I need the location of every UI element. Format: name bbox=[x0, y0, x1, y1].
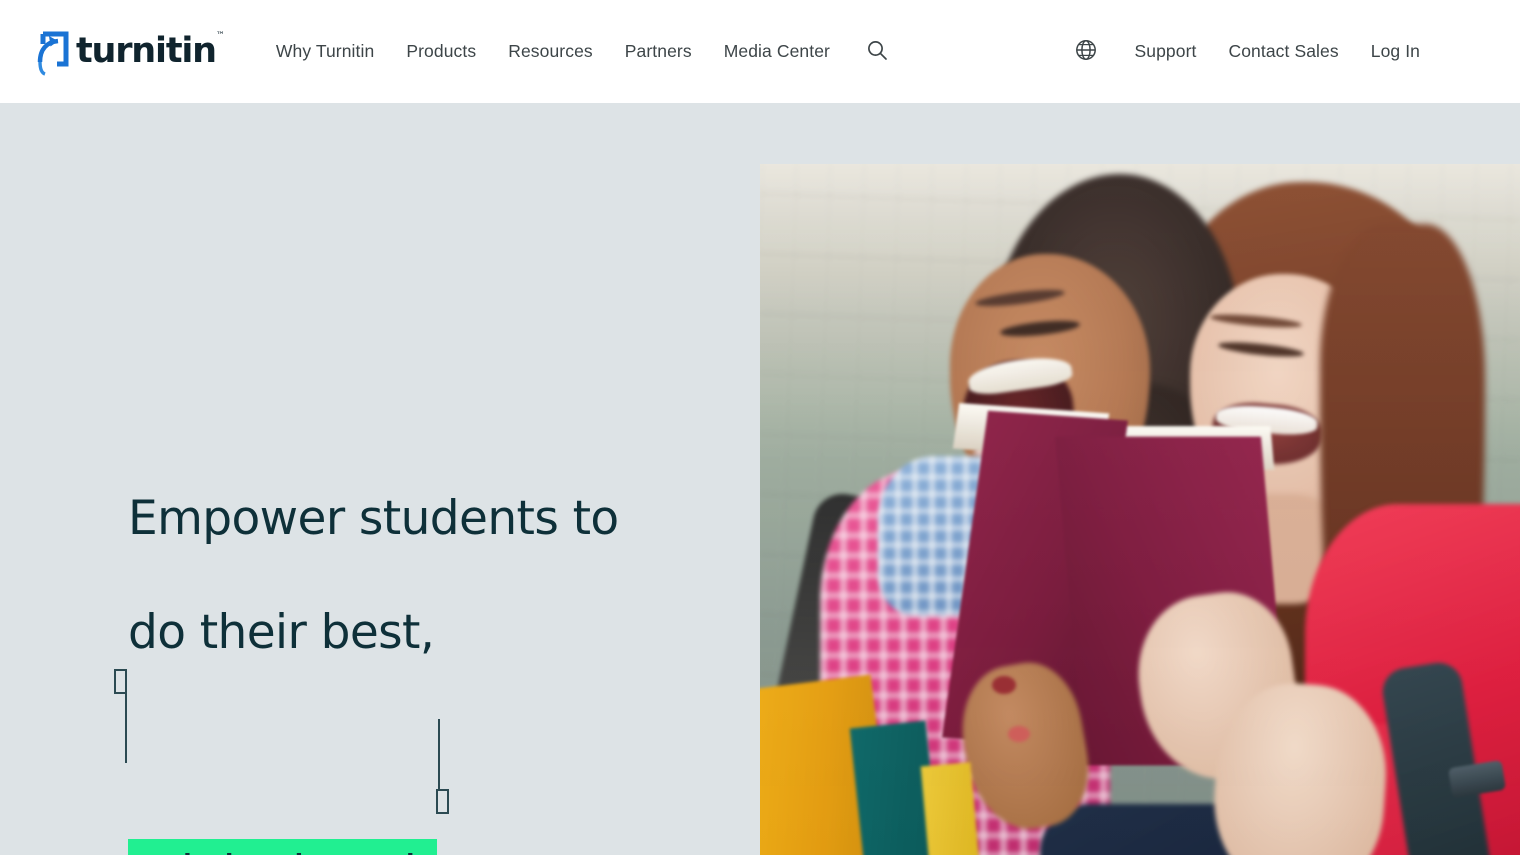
headline-highlight-text: original work bbox=[128, 839, 437, 855]
globe-icon bbox=[1074, 38, 1098, 65]
nav-item-products[interactable]: Products bbox=[390, 33, 492, 70]
page-root: turnitin ™ Why Turnitin Products Resourc… bbox=[0, 0, 1520, 855]
nav-item-partners[interactable]: Partners bbox=[609, 33, 708, 70]
hero-copy: Empower students to do their best, origi… bbox=[114, 433, 688, 855]
headline-line-2: do their best, bbox=[128, 605, 435, 660]
photo-nail-polish-2 bbox=[1008, 726, 1030, 742]
site-header: turnitin ™ Why Turnitin Products Resourc… bbox=[0, 0, 1520, 103]
selection-handle-end-icon[interactable] bbox=[435, 719, 451, 855]
primary-navigation: Why Turnitin Products Resources Partners… bbox=[260, 33, 894, 70]
secondary-navigation: Support Contact Sales Log In bbox=[1068, 33, 1436, 70]
selection-handle-start-icon[interactable] bbox=[114, 669, 130, 819]
search-icon bbox=[866, 39, 888, 64]
search-button[interactable] bbox=[860, 35, 894, 69]
headline-line-1: Empower students to bbox=[128, 491, 619, 546]
selection-handle-end-bar bbox=[437, 719, 440, 791]
headline-highlight-wrap: original work bbox=[114, 669, 449, 855]
turnitin-arrow-logo-icon bbox=[30, 28, 72, 76]
logo-wordmark-text: turnitin bbox=[76, 31, 217, 71]
nav-item-support[interactable]: Support bbox=[1118, 33, 1212, 70]
hero-section: Empower students to do their best, origi… bbox=[0, 103, 1520, 855]
hero-photo bbox=[760, 164, 1520, 855]
page-title: Empower students to do their best, origi… bbox=[114, 433, 688, 855]
nav-item-log-in[interactable]: Log In bbox=[1355, 33, 1436, 70]
nav-item-contact-sales[interactable]: Contact Sales bbox=[1212, 33, 1354, 70]
language-selector-button[interactable] bbox=[1068, 34, 1104, 70]
logo-trademark: ™ bbox=[215, 31, 225, 41]
turnitin-logo[interactable]: turnitin ™ bbox=[30, 24, 225, 80]
nav-item-resources[interactable]: Resources bbox=[492, 33, 609, 70]
selection-handle-end-knob bbox=[435, 789, 449, 814]
selection-handle-start-bar bbox=[125, 691, 127, 763]
logo-wordmark: turnitin ™ bbox=[76, 31, 225, 71]
hero-image bbox=[760, 164, 1520, 855]
nav-item-why-turnitin[interactable]: Why Turnitin bbox=[260, 33, 390, 70]
photo-nail-polish-1 bbox=[992, 676, 1016, 694]
nav-item-media-center[interactable]: Media Center bbox=[708, 33, 846, 70]
